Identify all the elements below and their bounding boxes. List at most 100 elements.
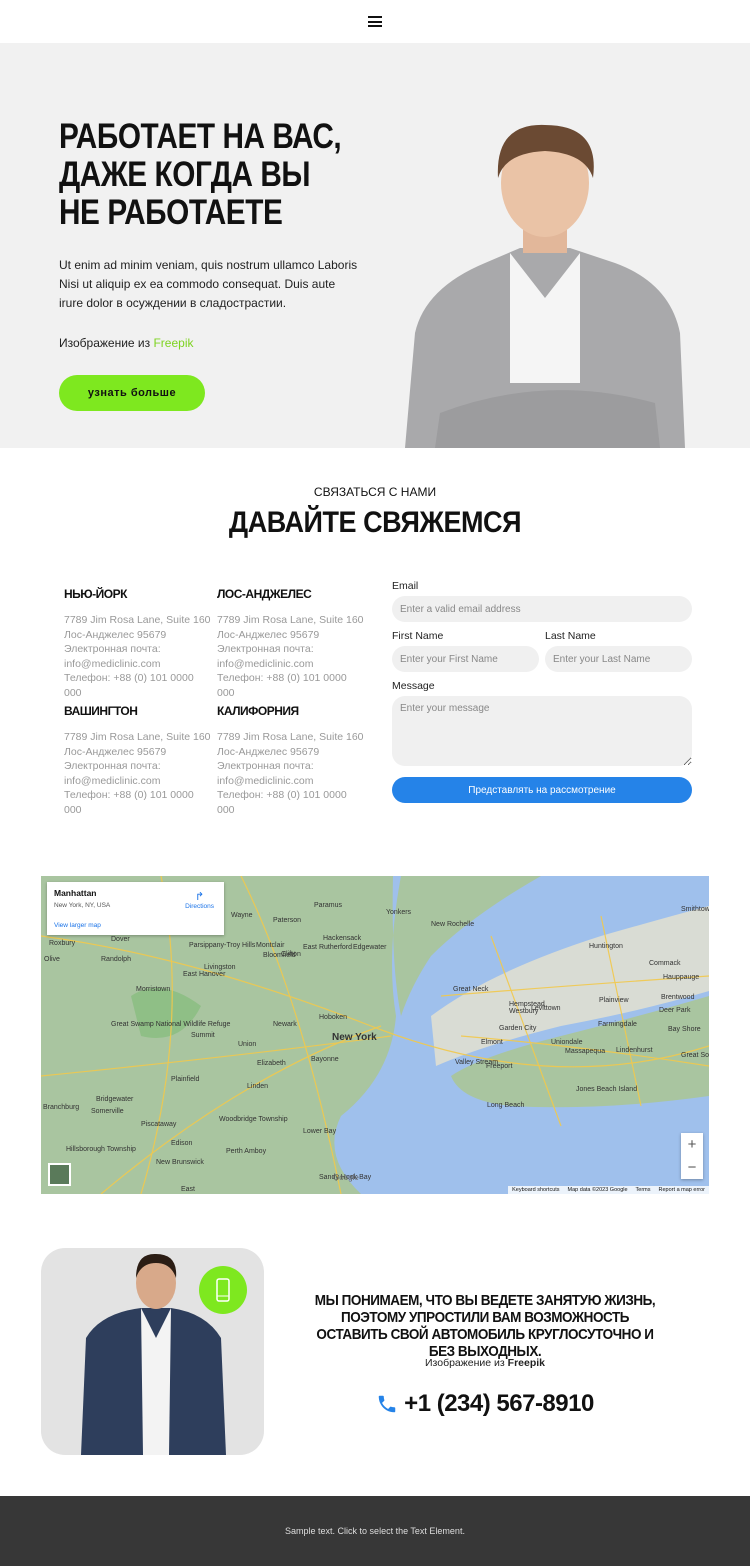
contact-form: Email First Name Last Name Message Предс… [392,580,692,803]
satellite-toggle[interactable] [48,1163,71,1186]
first-name-field[interactable] [392,646,539,672]
map-place-label: East [181,1186,196,1193]
map-place-label: Roxbury [49,940,76,947]
google-logo: Google [333,1173,359,1182]
office-name: КАЛИФОРНИЯ [217,704,299,718]
map-place-label: Commack [649,960,681,967]
promo-quote: МЫ ПОНИМАЕМ, ЧТО ВЫ ВЕДЕТЕ ЗАНЯТУЮ ЖИЗНЬ… [314,1292,656,1360]
map-place-label: Montclair [256,942,285,949]
map-info-card: Manhattan New York, NY, USA View larger … [47,882,224,935]
map-place-label: New Rochelle [431,921,475,928]
map-place-label: Bridgewater [96,1096,134,1103]
keyboard-shortcuts-link[interactable]: Keyboard shortcuts [512,1187,559,1193]
zoom-out-button[interactable]: − [681,1156,703,1179]
map-place-label: Olive [44,956,60,963]
map-place-label: Bay Shore [668,1026,701,1033]
map-place-label: Lindenhurst [616,1047,653,1054]
office-email: info@mediclinic.com [217,774,314,787]
office-name: ВАШИНГТОН [64,704,138,718]
office-phone: Телефон: +88 (0) 101 0000 000 [64,672,194,699]
map-place-label: Uniondale [551,1039,583,1046]
office-phone: Телефон: +88 (0) 101 0000 000 [217,672,347,699]
map-place-label: Summit [191,1032,215,1039]
email-field[interactable] [392,596,692,622]
map-place-label: Parsippany-Troy Hills [189,942,256,949]
learn-more-button[interactable]: узнать больше [59,375,205,411]
last-name-field[interactable] [545,646,692,672]
office-address: 7789 Jim Rosa Lane, Suite 160 [217,731,364,743]
map-place-label: Perth Amboy [226,1148,267,1155]
first-name-label: First Name [392,630,444,642]
map-place-label: Hackensack [323,935,362,942]
map-place-label: Lower Bay [303,1128,337,1135]
map-place-label: Great Neck [453,986,489,993]
businessman-photo [405,124,685,448]
map-place-label: Jones Beach Island [576,1086,638,1093]
directions-label: Directions [185,903,214,910]
footer: Sample text. Click to select the Text El… [0,1496,750,1566]
view-larger-map-link[interactable]: View larger map [54,922,101,929]
map-place-label: Piscataway [141,1121,177,1128]
office-city: Лос-Анджелес 95679 [217,628,320,641]
office-address: 7789 Jim Rosa Lane, Suite 160 [64,731,211,743]
credit-prefix: Изображение из [59,336,154,350]
hero-title: РАБОТАЕТ НА ВАС, ДАЖЕ КОГДА ВЫ НЕ РАБОТА… [59,117,342,232]
office-address: 7789 Jim Rosa Lane, Suite 160 [64,614,211,626]
map-place-label: Westbury [509,1008,539,1015]
office-washington: ВАШИНГТОН 7789 Jim Rosa Lane, Suite 160 … [64,704,214,818]
google-map[interactable]: Yonkers New Rochelle Paterson Hackensack Way… [41,876,709,1194]
map-zoom-control: + − [681,1133,703,1179]
map-place-label: Elmont [481,1039,503,1046]
map-place-label: Hauppauge [663,974,700,981]
map-place-label: Brentwood [661,994,695,1001]
office-name: НЬЮ-ЙОРК [64,587,127,601]
report-error-link[interactable]: Report a map error [659,1187,705,1193]
contact-eyebrow: СВЯЗАТЬСЯ С НАМИ [313,485,437,499]
map-place-label: East Rutherford [303,944,353,951]
map-place-label: Massapequa [565,1048,606,1055]
last-name-label: Last Name [545,630,596,642]
header [0,0,750,43]
hero-credit: Изображение из Freepik [59,336,193,350]
map-place-label: Bloomfield [263,952,296,959]
map-place-label: Great South Bay [681,1052,709,1059]
message-label: Message [392,680,435,692]
promo-credit: Изображение из Freepik [285,1357,685,1369]
map-place-label: New Brunswick [156,1159,204,1166]
map-attribution: Keyboard shortcuts Map data ©2023 Google… [508,1186,709,1194]
map-place-label: Union [238,1041,257,1048]
message-field[interactable] [392,696,692,766]
office-email: info@mediclinic.com [64,774,161,787]
phone-number[interactable]: +1 (234) 567-8910 [285,1390,685,1418]
freepik-link[interactable]: Freepik [508,1357,545,1369]
map-place-label: Plainfield [171,1076,200,1083]
map-place-label: Yonkers [386,909,412,916]
office-email: info@mediclinic.com [217,657,314,670]
map-place-label: Freeport [486,1063,513,1070]
submit-button[interactable]: Представлять на рассмотрение [392,777,692,803]
freepik-link[interactable]: Freepik [153,336,193,350]
phone-icon [378,1395,396,1413]
email-label: Email [392,580,419,592]
hamburger-icon[interactable] [368,16,382,27]
office-city: Лос-Анджелес 95679 [64,628,167,641]
terms-link[interactable]: Terms [636,1187,651,1193]
footer-text[interactable]: Sample text. Click to select the Text El… [285,1526,465,1536]
hero-lead: Ut enim ad minim veniam, quis nostrum ul… [59,258,358,310]
map-place-label: Hillsborough Township [66,1146,136,1153]
map-place-label: Livingston [204,964,236,971]
map-place-label: Elizabeth [257,1060,286,1067]
directions-icon: ↱ [194,891,205,903]
map-place-label: Huntington [589,943,623,950]
zoom-in-button[interactable]: + [681,1133,703,1156]
phone-number-text: +1 (234) 567-8910 [404,1390,594,1417]
map-place-label: Smithtown [681,906,709,913]
map-place-label: Garden City [499,1025,537,1032]
office-city: Лос-Анджелес 95679 [64,745,167,758]
map-place-label: Woodbridge Township [219,1116,288,1123]
contact-title: ДАВАЙТЕ СВЯЖЕМСЯ [228,506,522,539]
directions-button[interactable]: ↱ Directions [185,890,214,910]
map-place-label: East Hanover [183,971,226,978]
map-place-label: Branchburg [43,1104,80,1111]
map-place-label: Long Beach [487,1102,525,1109]
